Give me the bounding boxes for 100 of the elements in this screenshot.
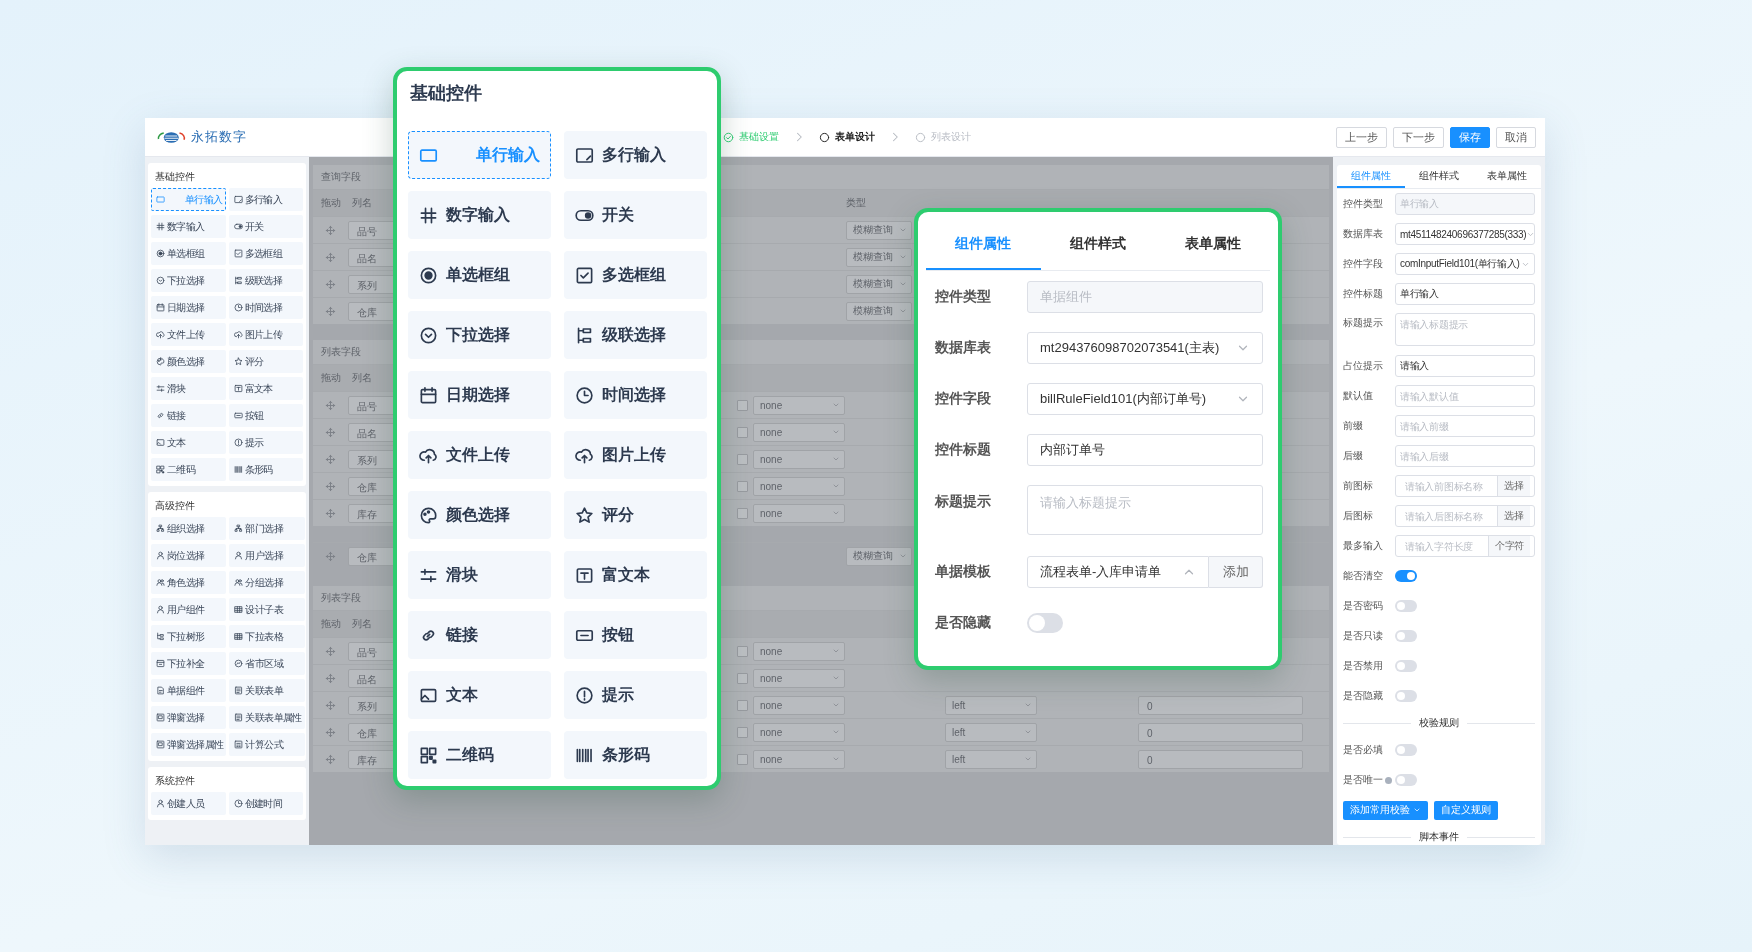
input-field[interactable]: 请输入字符长度 个字符: [1395, 535, 1535, 557]
control-tile[interactable]: 分组选择: [229, 571, 305, 594]
input-field[interactable]: 请输入后缀: [1395, 445, 1535, 467]
control-tile[interactable]: 用户选择: [229, 544, 305, 567]
select-field[interactable]: billRuleField101(内部订单号): [1027, 383, 1263, 415]
control-tile[interactable]: 时间选择: [228, 296, 303, 319]
control-tile[interactable]: 级联选择: [564, 311, 707, 359]
select-field[interactable]: mt451148240696377285(333): [1395, 223, 1535, 245]
field-label: 是否必填: [1343, 743, 1383, 757]
textarea-field[interactable]: 请输入标题提示: [1027, 485, 1263, 535]
control-tile[interactable]: 条形码: [228, 458, 303, 481]
control-tile[interactable]: 创建人员: [151, 792, 226, 815]
control-tile[interactable]: 链接: [408, 611, 551, 659]
control-tile[interactable]: 滑块: [151, 377, 226, 400]
control-tile[interactable]: 单选框组: [408, 251, 551, 299]
control-tile[interactable]: 多行输入: [564, 131, 707, 179]
select-field[interactable]: 流程表单-入库申请单: [1027, 556, 1209, 588]
input-field[interactable]: 请输入: [1395, 355, 1535, 377]
control-tile[interactable]: 评分: [564, 491, 707, 539]
control-tile[interactable]: 开关: [228, 215, 303, 238]
control-tile[interactable]: 文件上传: [151, 323, 226, 346]
control-tile[interactable]: 级联选择: [228, 269, 303, 292]
control-tile[interactable]: 链接: [151, 404, 226, 427]
control-tile[interactable]: 下拉补全: [151, 652, 227, 675]
control-tile[interactable]: 下拉树形: [151, 625, 227, 648]
control-tile[interactable]: 图片上传: [228, 323, 303, 346]
step-label[interactable]: 表单设计: [835, 130, 875, 144]
add-button[interactable]: 添加: [1209, 556, 1263, 588]
control-tile[interactable]: 二维码: [408, 731, 551, 779]
input-field[interactable]: 单行输入: [1395, 283, 1535, 305]
control-tile[interactable]: 评分: [228, 350, 303, 373]
select-field[interactable]: comInputField101(单行输入): [1395, 253, 1535, 275]
tab[interactable]: 表单属性: [1473, 165, 1541, 188]
control-tile[interactable]: 日期选择: [408, 371, 551, 419]
control-tile[interactable]: 文本: [408, 671, 551, 719]
control-tile[interactable]: 省市区域: [229, 652, 305, 675]
select-field[interactable]: mt294376098702073541(主表): [1027, 332, 1263, 364]
control-tile[interactable]: 按钮: [564, 611, 707, 659]
control-tile[interactable]: 用户组件: [151, 598, 227, 621]
control-tile[interactable]: 多行输入: [228, 188, 303, 211]
tab[interactable]: 组件样式: [1405, 165, 1473, 188]
field-label: 数据库表: [935, 339, 991, 357]
field-label: 标题提示: [935, 492, 991, 511]
control-tile[interactable]: 组织选择: [151, 517, 227, 540]
input-field[interactable]: 请输入前图标名称: [1400, 476, 1497, 496]
control-tile[interactable]: 二维码: [151, 458, 226, 481]
control-tile[interactable]: 富文本: [564, 551, 707, 599]
control-tile[interactable]: 按钮: [228, 404, 303, 427]
input-field[interactable]: 请输入前缀: [1395, 415, 1535, 437]
control-tile[interactable]: 提示: [564, 671, 707, 719]
choose-button[interactable]: 选择: [1497, 476, 1530, 496]
choose-button[interactable]: 选择: [1497, 506, 1530, 526]
control-tile[interactable]: 设计子表: [229, 598, 305, 621]
control-tile[interactable]: 开关: [564, 191, 707, 239]
field-label: 后缀: [1343, 449, 1363, 463]
control-tile[interactable]: 关联表单属性: [229, 706, 305, 729]
control-tile[interactable]: 提示: [228, 431, 303, 454]
control-tile[interactable]: 条形码: [564, 731, 707, 779]
control-tile[interactable]: 文本: [151, 431, 226, 454]
control-tile[interactable]: 单据组件: [151, 679, 227, 702]
control-tile[interactable]: 计算公式: [229, 733, 305, 756]
control-tile[interactable]: 部门选择: [229, 517, 305, 540]
control-tile[interactable]: 创建时间: [228, 792, 303, 815]
input-field[interactable]: 请输入后图标名称 选择: [1395, 505, 1535, 527]
control-tile[interactable]: 滑块: [408, 551, 551, 599]
control-tile[interactable]: 岗位选择: [151, 544, 227, 567]
control-tile[interactable]: 数字输入: [408, 191, 551, 239]
control-tile[interactable]: 颜色选择: [151, 350, 226, 373]
control-tile[interactable]: 角色选择: [151, 571, 227, 594]
textarea-field[interactable]: 请输入标题提示: [1395, 313, 1535, 346]
control-tile[interactable]: 多选框组: [228, 242, 303, 265]
toolbar-button[interactable]: 上一步: [1336, 126, 1387, 148]
control-tile[interactable]: 关联表单: [229, 679, 305, 702]
control-tile[interactable]: 下拉选择: [151, 269, 226, 292]
field-label: 是否隐藏: [935, 614, 991, 632]
control-tile[interactable]: 文件上传: [408, 431, 551, 479]
control-tile[interactable]: 富文本: [228, 377, 303, 400]
input-field[interactable]: 请输入默认值: [1395, 385, 1535, 407]
field-label: 最多输入: [1343, 539, 1383, 553]
control-tile[interactable]: 日期选择: [151, 296, 226, 319]
control-tile[interactable]: 下拉选择: [408, 311, 551, 359]
control-tile[interactable]: 颜色选择: [408, 491, 551, 539]
control-tile[interactable]: 下拉表格: [229, 625, 305, 648]
control-tile[interactable]: 数字输入: [151, 215, 226, 238]
control-tile[interactable]: 多选框组: [564, 251, 707, 299]
input-field[interactable]: 请输入前图标名称 选择: [1395, 475, 1535, 497]
tab[interactable]: 表单属性: [1155, 220, 1270, 270]
field-label: 控件标题: [935, 441, 991, 459]
control-tile[interactable]: 图片上传: [564, 431, 707, 479]
control-tile[interactable]: 单选框组: [151, 242, 226, 265]
control-tile[interactable]: 弹窗选择: [151, 706, 227, 729]
input-field[interactable]: 内部订单号: [1027, 434, 1263, 466]
tab[interactable]: 组件样式: [1040, 220, 1156, 270]
toolbar-button[interactable]: 下一步: [1393, 126, 1444, 148]
field-label: 前缀: [1343, 419, 1363, 433]
control-tile[interactable]: 时间选择: [564, 371, 707, 419]
control-tile[interactable]: 弹窗选择属性: [151, 733, 227, 756]
input-field[interactable]: 请输入后图标名称: [1400, 506, 1497, 526]
input-field[interactable]: 请输入字符长度: [1400, 536, 1488, 556]
toolbar-button[interactable]: 取消: [1496, 126, 1536, 148]
